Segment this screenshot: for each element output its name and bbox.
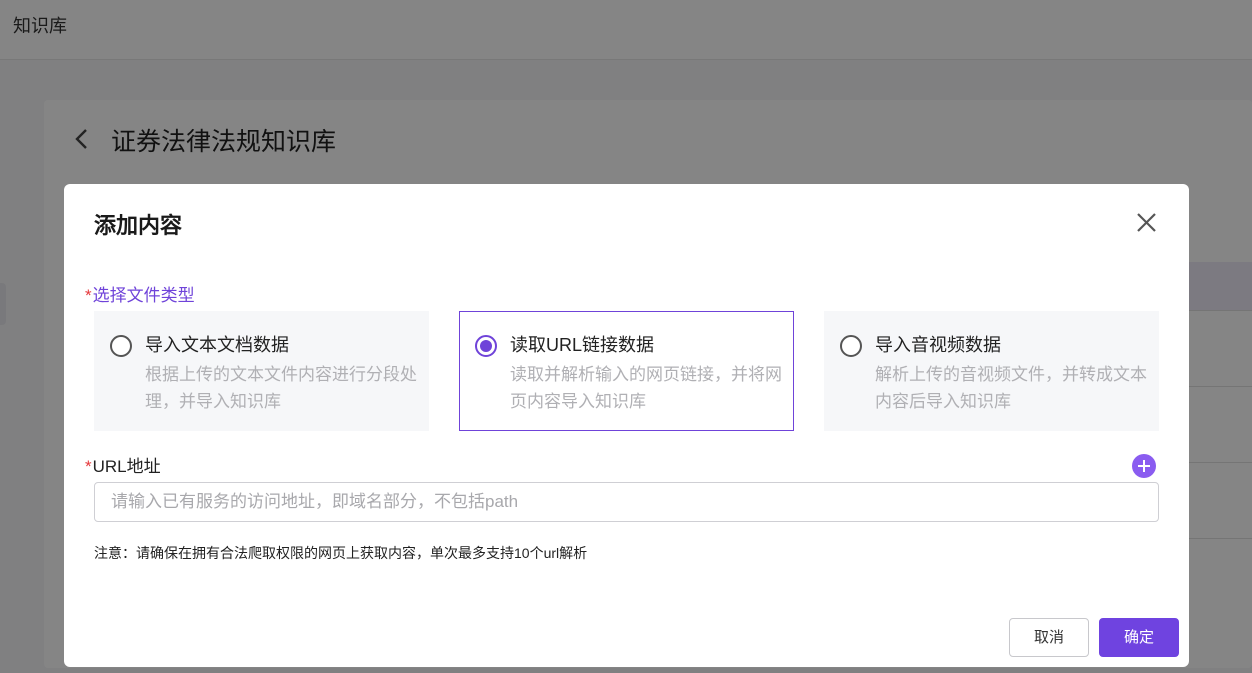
required-mark: *: [85, 286, 92, 305]
radio-button[interactable]: [110, 335, 132, 357]
radio-dot: [480, 340, 492, 352]
url-label-text: URL地址: [92, 457, 161, 476]
note-text: 注意：请确保在拥有合法爬取权限的网页上获取内容，单次最多支持10个url解析: [94, 545, 588, 561]
required-mark: *: [85, 457, 92, 476]
option-url-link[interactable]: 读取URL链接数据 读取并解析输入的网页链接，并将网页内容导入知识库: [459, 311, 794, 431]
add-content-dialog: 添加内容 *选择文件类型 导入文本文档数据 根据上传的文本文件内容进行分段处理，…: [64, 184, 1189, 667]
radio-button-selected[interactable]: [475, 335, 497, 357]
add-url-button[interactable]: [1132, 454, 1156, 478]
option-description: 读取并解析输入的网页链接，并将网页内容导入知识库: [510, 365, 782, 411]
option-title: 导入文本文档数据: [145, 335, 289, 355]
file-type-label: *选择文件类型: [85, 281, 195, 306]
file-type-label-text: 选择文件类型: [92, 286, 195, 305]
option-text-document[interactable]: 导入文本文档数据 根据上传的文本文件内容进行分段处理，并导入知识库: [94, 311, 429, 431]
url-label: *URL地址: [85, 452, 161, 477]
close-icon: [1137, 213, 1156, 232]
dialog-title: 添加内容: [94, 213, 183, 238]
option-title: 导入音视频数据: [875, 335, 1001, 355]
cancel-button[interactable]: 取消: [1009, 618, 1089, 657]
option-description: 解析上传的音视频文件，并转成文本内容后导入知识库: [875, 365, 1147, 411]
option-description: 根据上传的文本文件内容进行分段处理，并导入知识库: [145, 365, 417, 411]
option-audio-video[interactable]: 导入音视频数据 解析上传的音视频文件，并转成文本内容后导入知识库: [824, 311, 1159, 431]
close-button[interactable]: [1134, 210, 1160, 236]
option-title: 读取URL链接数据: [510, 335, 655, 355]
radio-button[interactable]: [840, 335, 862, 357]
url-input[interactable]: [94, 482, 1159, 522]
confirm-button[interactable]: 确定: [1099, 618, 1179, 657]
